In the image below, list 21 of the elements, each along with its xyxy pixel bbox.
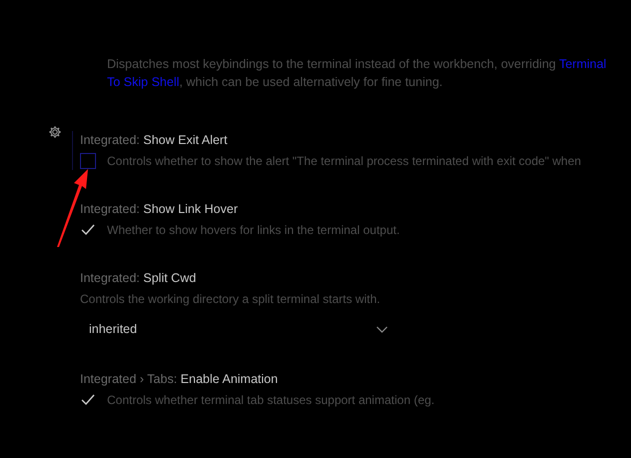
checkbox[interactable] [80,392,96,408]
setting-description: Controls whether to show the alert "The terminal process terminated with exit code" when [107,153,582,170]
setting-name: Split Cwd [143,271,196,285]
setting-link[interactable]: To Skip Shell [107,75,180,89]
description-text: Dispatches most keybindings to the terminal instead of the workbench, overriding [107,57,557,71]
setting-link[interactable]: Terminal [559,57,606,71]
setting-name: Show Exit Alert [143,133,228,147]
setting-category: Integrated › Tabs: [80,372,178,386]
setting-category: Integrated: [80,133,141,147]
description-text: , which can be used alternatively for fine tuning. [179,75,443,89]
setting-name: Enable Animation [180,372,278,386]
settings-icon[interactable] [48,125,62,139]
setting-description: Controls the working directory a split terminal starts with. [80,291,382,308]
setting-category: Integrated: [80,202,141,216]
chevron-down-icon [376,326,388,332]
setting-name: Show Link Hover [143,202,238,216]
setting-description: Whether to show hovers for links in the terminal output. [107,222,400,239]
checkbox[interactable] [80,222,96,238]
setting-category: Integrated: [80,271,141,285]
setting-description: Controls whether terminal tab statuses support animation (eg. [107,392,434,409]
checkbox[interactable] [80,153,96,169]
